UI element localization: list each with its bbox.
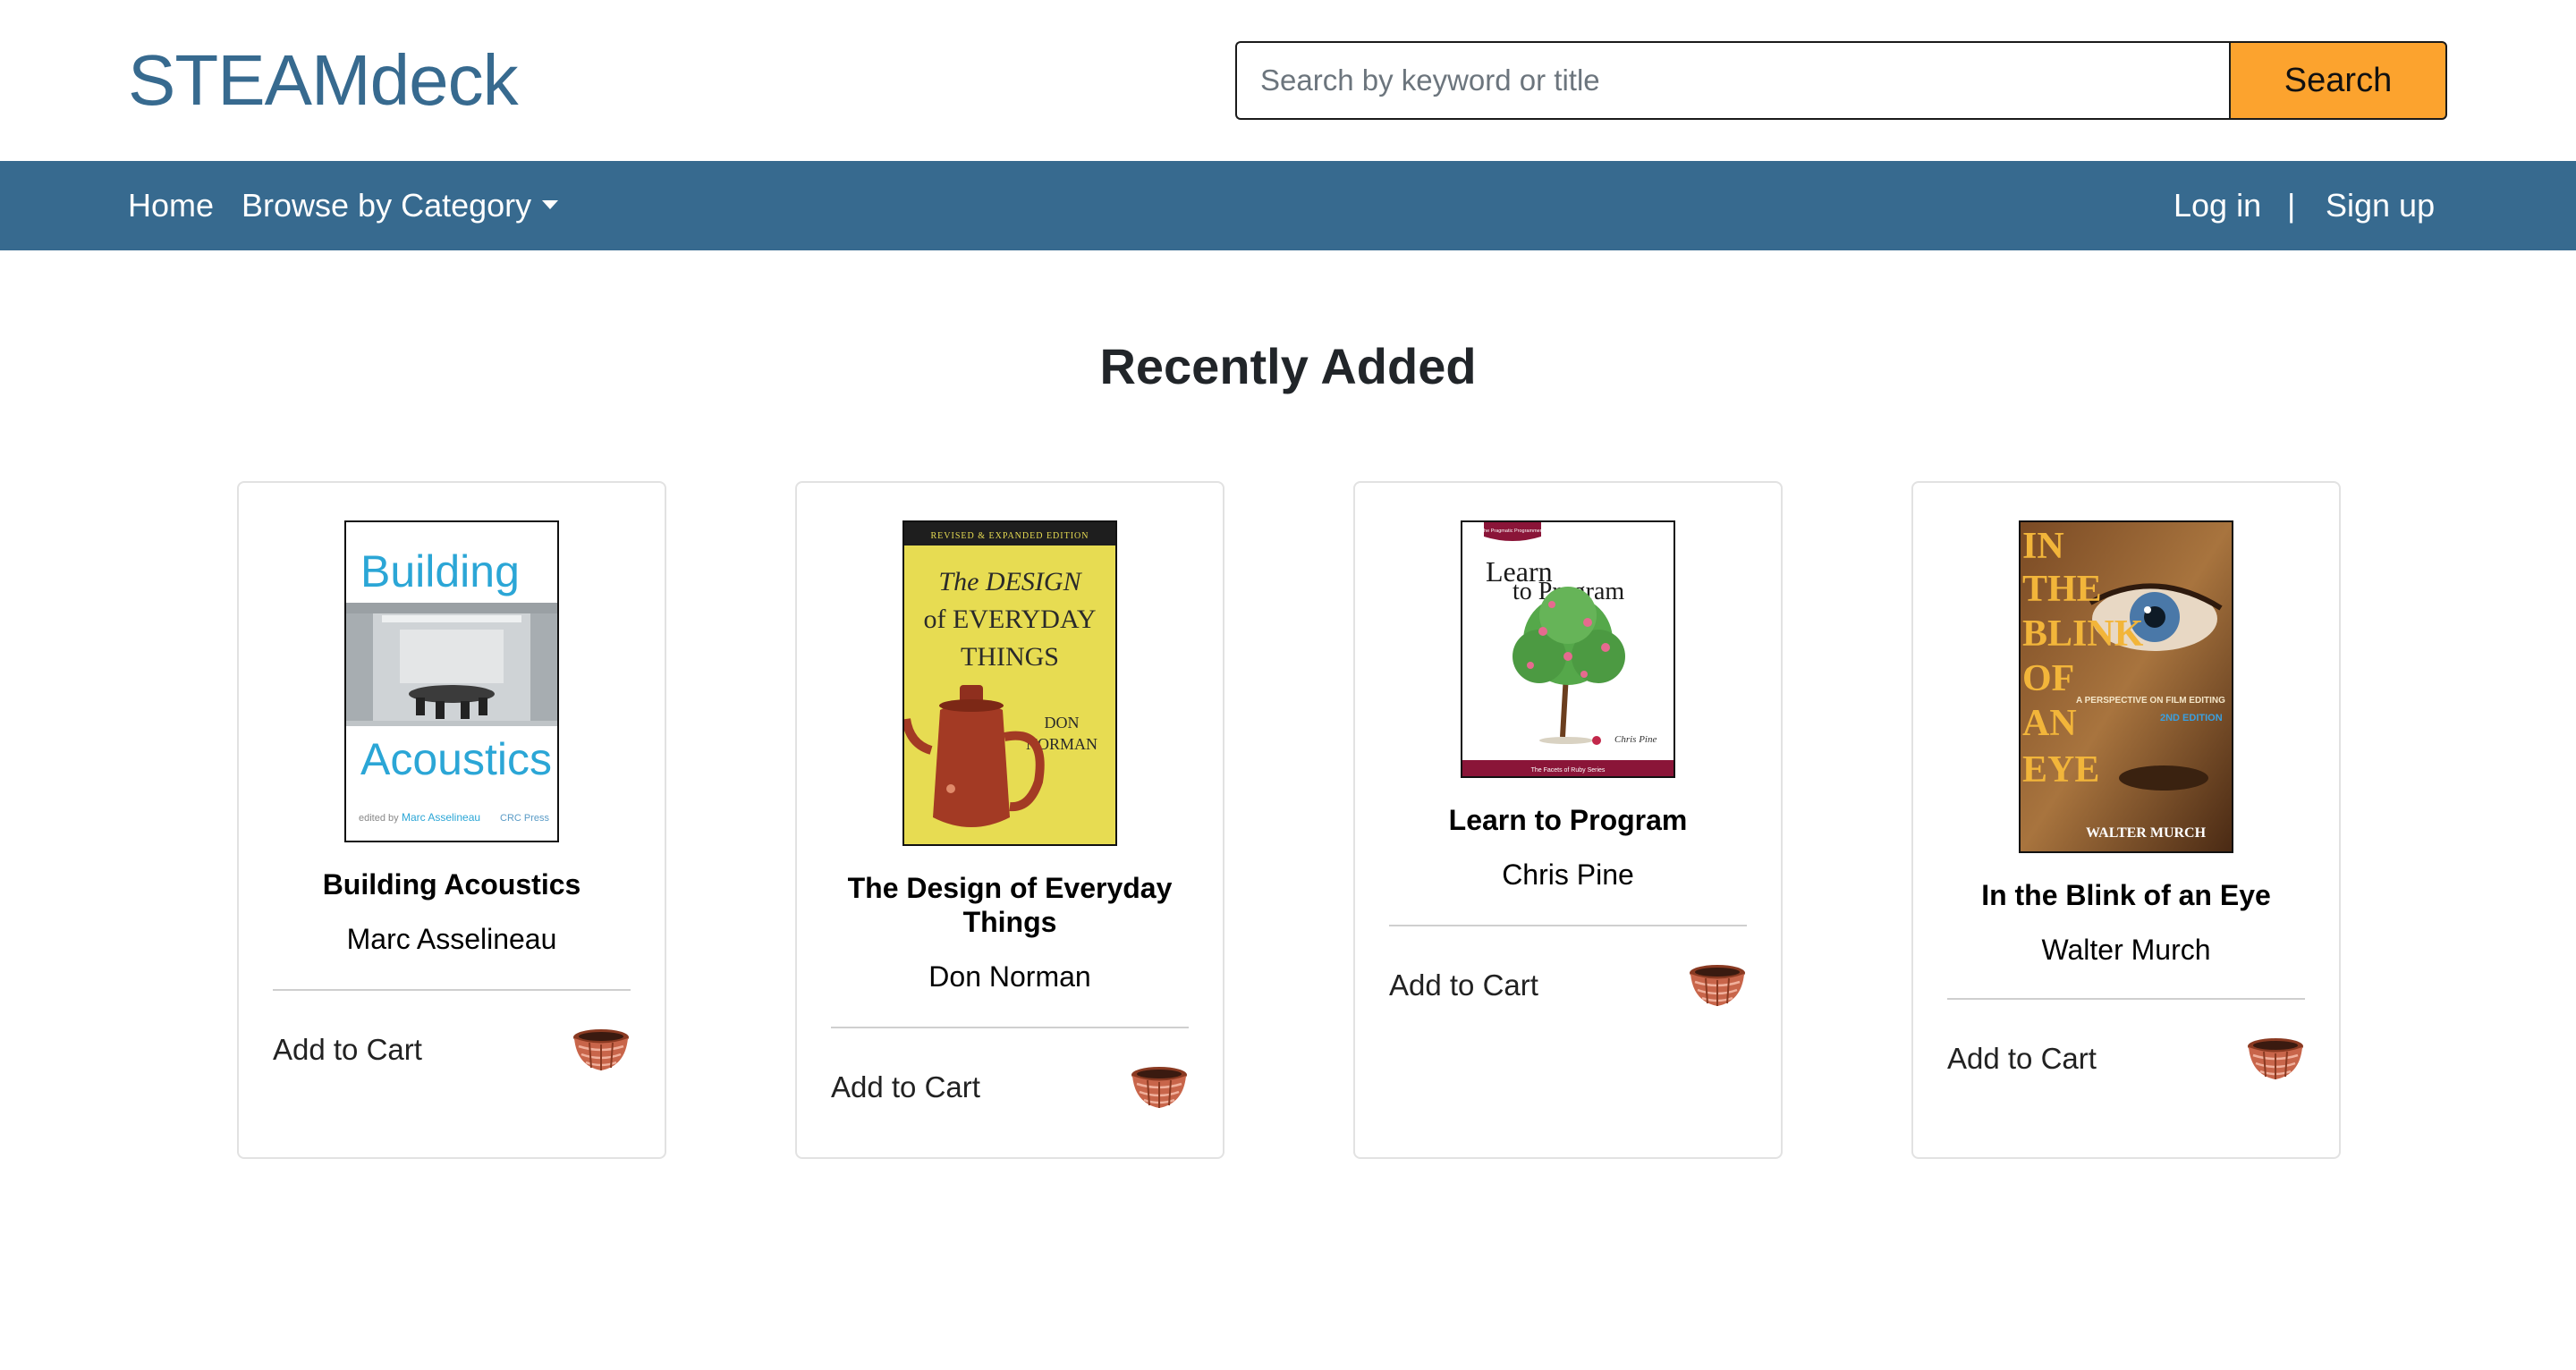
- nav-home[interactable]: Home: [128, 161, 214, 250]
- cover-text: Marc Asselineau: [402, 811, 480, 824]
- cover-text: edited by: [359, 813, 399, 824]
- section-title: Recently Added: [1099, 338, 1477, 394]
- cover-text: CRC Press: [500, 813, 550, 824]
- add-to-cart-button[interactable]: Add to Cart: [1389, 968, 1538, 1003]
- search-button[interactable]: Search: [2229, 41, 2447, 120]
- cover-text: AN: [2022, 703, 2077, 744]
- search-input[interactable]: [1235, 41, 2229, 120]
- main-navbar: Home Browse by Category Log in | Sign up: [0, 161, 2576, 250]
- cover-text: Building: [360, 546, 520, 596]
- add-to-cart-button[interactable]: Add to Cart: [273, 1032, 422, 1068]
- book-author: Marc Asselineau: [346, 923, 557, 955]
- cover-art-building-acoustics: Building Acoustics edited by Marc Asseli…: [346, 522, 557, 841]
- basket-icon[interactable]: [2246, 1032, 2305, 1082]
- basket-icon[interactable]: [1130, 1061, 1189, 1111]
- book-author: Chris Pine: [1502, 858, 1634, 891]
- cover-text: Acoustics: [360, 734, 552, 784]
- book-title[interactable]: Learn to Program: [1382, 803, 1754, 837]
- cover-text: THINGS: [961, 642, 1059, 672]
- nav-browse-category[interactable]: Browse by Category: [242, 161, 559, 250]
- book-cover[interactable]: IN THE BLINK OF AN EYE A PERSPECTIVE ON …: [2019, 520, 2233, 853]
- book-card: Building Acoustics edited by Marc Asseli…: [237, 481, 666, 1159]
- book-title[interactable]: Building Acoustics: [266, 867, 638, 901]
- book-author: Walter Murch: [2041, 934, 2211, 966]
- cover-text: Chris Pine: [1614, 734, 1657, 745]
- book-title[interactable]: In the Blink of an Eye: [1940, 878, 2312, 912]
- cover-art-learn-to-program: The Pragmatic Programmers Learn to Progr…: [1462, 522, 1674, 776]
- cover-text: The DESIGN: [938, 567, 1082, 596]
- brand-logo[interactable]: STEAMdeck: [128, 36, 519, 125]
- card-divider: [273, 989, 631, 991]
- cover-text: OF: [2022, 658, 2074, 699]
- book-card: IN THE BLINK OF AN EYE A PERSPECTIVE ON …: [1911, 481, 2341, 1159]
- cover-text: EYE: [2022, 749, 2099, 791]
- cover-text: of EVERYDAY: [923, 605, 1096, 634]
- add-to-cart-button[interactable]: Add to Cart: [1947, 1041, 2097, 1077]
- card-divider: [1947, 998, 2305, 1000]
- add-to-cart-button[interactable]: Add to Cart: [831, 1070, 980, 1105]
- card-divider: [831, 1027, 1189, 1028]
- card-divider: [1389, 925, 1747, 926]
- nav-separator: |: [2287, 187, 2296, 224]
- cover-text: DON: [1045, 714, 1080, 732]
- header: STEAMdeck Search: [0, 0, 2576, 161]
- nav-browse-label: Browse by Category: [242, 187, 532, 224]
- book-cover[interactable]: REVISED & EXPANDED EDITION The DESIGN of…: [902, 520, 1117, 846]
- book-cover[interactable]: The Pragmatic Programmers Learn to Progr…: [1461, 520, 1675, 778]
- cover-text: BLINK: [2022, 613, 2144, 655]
- cover-text: 2ND EDITION: [2160, 713, 2223, 723]
- caret-down-icon: [542, 200, 559, 210]
- book-card: The Pragmatic Programmers Learn to Progr…: [1353, 481, 1783, 1159]
- cover-text: IN: [2022, 526, 2064, 567]
- cover-text: WALTER MURCH: [2086, 825, 2207, 841]
- basket-icon[interactable]: [1688, 959, 1747, 1009]
- book-cover[interactable]: Building Acoustics edited by Marc Asseli…: [344, 520, 559, 842]
- book-author: Don Norman: [928, 960, 1091, 993]
- cover-text: REVISED & EXPANDED EDITION: [930, 531, 1089, 541]
- cover-text: THE: [2022, 569, 2102, 610]
- cover-text: A PERSPECTIVE ON FILM EDITING: [2076, 696, 2225, 706]
- basket-icon[interactable]: [572, 1023, 631, 1073]
- book-card: REVISED & EXPANDED EDITION The DESIGN of…: [795, 481, 1224, 1159]
- nav-login[interactable]: Log in: [2174, 161, 2261, 250]
- cover-art-blink-of-an-eye: IN THE BLINK OF AN EYE A PERSPECTIVE ON …: [2021, 522, 2232, 851]
- nav-signup[interactable]: Sign up: [2326, 161, 2435, 250]
- book-title[interactable]: The Design of Everyday Things: [824, 871, 1196, 939]
- cover-art-design-everyday-things: REVISED & EXPANDED EDITION The DESIGN of…: [904, 522, 1115, 844]
- cover-text: The Pragmatic Programmers: [1481, 529, 1545, 534]
- cover-text: The Facets of Ruby Series: [1531, 767, 1606, 774]
